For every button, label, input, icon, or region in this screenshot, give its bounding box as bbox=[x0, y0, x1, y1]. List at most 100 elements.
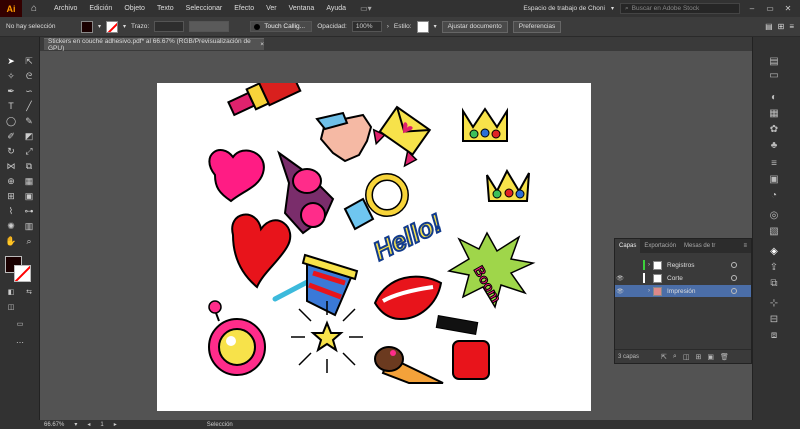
color-icon[interactable]: ◐ bbox=[767, 91, 781, 104]
document-setup-button[interactable]: Ajustar documento bbox=[441, 20, 508, 33]
layer-row-impresion[interactable]: 👁 › Impresión bbox=[615, 285, 751, 297]
new-layer-icon[interactable]: ▣ bbox=[707, 353, 714, 361]
magic-wand-icon[interactable]: ✧ bbox=[4, 70, 18, 82]
blend-icon[interactable]: ⊶ bbox=[22, 205, 36, 217]
chevron-down-icon[interactable]: ▾ bbox=[98, 23, 101, 30]
properties-icon[interactable]: ▤ bbox=[767, 55, 781, 68]
menu-ayuda[interactable]: Ayuda bbox=[320, 5, 352, 12]
stroke-color-box[interactable] bbox=[14, 265, 31, 282]
transform-panel-icon[interactable]: ⊹ bbox=[767, 297, 781, 310]
menu-seleccionar[interactable]: Seleccionar bbox=[180, 5, 229, 12]
maximize-button[interactable]: ▭ bbox=[764, 4, 776, 13]
locate-object-icon[interactable]: ⌕ bbox=[673, 353, 677, 361]
eraser-icon[interactable]: ◩ bbox=[22, 130, 36, 142]
expand-icon[interactable]: › bbox=[645, 288, 653, 294]
export-icon[interactable]: ⇪ bbox=[767, 261, 781, 274]
perspective-grid-icon[interactable]: ▦ bbox=[22, 175, 36, 187]
scale-icon[interactable]: ⤢ bbox=[22, 145, 36, 157]
close-tab-icon[interactable]: × bbox=[260, 41, 264, 48]
expand-icon[interactable]: › bbox=[645, 262, 653, 268]
shape-builder-icon[interactable]: ⊕ bbox=[4, 175, 18, 187]
more-tools-icon[interactable]: ⋯ bbox=[13, 337, 27, 349]
layer-row-registros[interactable]: › Registros bbox=[615, 259, 751, 271]
prev-artboard-icon[interactable]: ◂ bbox=[87, 421, 90, 428]
shaper-icon[interactable]: ✐ bbox=[4, 130, 18, 142]
tab-capas[interactable]: Capas bbox=[615, 239, 641, 253]
align-panel-icon[interactable]: ⊟ bbox=[767, 313, 781, 326]
lasso-icon[interactable]: ᘓ bbox=[22, 70, 36, 82]
document-tab[interactable]: Stickers en couché adhesivo.pdf* al 66.6… bbox=[44, 38, 264, 52]
stroke-swatch[interactable] bbox=[106, 20, 119, 33]
layer-row-corte[interactable]: 👁 Corte bbox=[615, 272, 751, 284]
ellipse-tool-icon[interactable]: ◯ bbox=[4, 115, 18, 127]
gradient-icon[interactable]: ▣ bbox=[22, 190, 36, 202]
opacity-label[interactable]: Opacidad: bbox=[317, 23, 347, 30]
brushes-icon[interactable]: ✿ bbox=[767, 123, 781, 136]
brush-dropdown[interactable]: Touch Callig... bbox=[250, 21, 313, 32]
stroke-panel-icon[interactable]: ≡ bbox=[767, 157, 781, 170]
graphic-styles-icon[interactable]: ▧ bbox=[767, 225, 781, 238]
workspace-switcher-icon[interactable]: ▭▾ bbox=[360, 4, 372, 13]
artboards-icon[interactable]: ⧉ bbox=[767, 277, 781, 290]
appearance-icon[interactable]: ◎ bbox=[767, 209, 781, 222]
gradient-panel-icon[interactable]: ▣ bbox=[767, 173, 781, 186]
transparency-icon[interactable]: ◔ bbox=[767, 189, 781, 202]
draw-mode-icon[interactable]: ◫ bbox=[4, 302, 18, 314]
swatches-icon[interactable]: ▦ bbox=[767, 107, 781, 120]
type-tool-icon[interactable]: T bbox=[4, 100, 18, 112]
next-artboard-icon[interactable]: ▸ bbox=[114, 421, 117, 428]
eye-icon[interactable]: 👁 bbox=[615, 288, 625, 295]
style-swatch[interactable] bbox=[416, 20, 429, 33]
home-icon[interactable]: ⌂ bbox=[26, 3, 42, 14]
tab-exportacion[interactable]: Exportación bbox=[640, 239, 680, 253]
minimize-button[interactable]: – bbox=[746, 4, 758, 13]
eye-icon[interactable]: 👁 bbox=[615, 275, 625, 282]
menu-ver[interactable]: Ver bbox=[260, 5, 283, 12]
variable-width-dropdown[interactable] bbox=[189, 21, 230, 32]
layers-icon[interactable]: ◈ bbox=[767, 245, 781, 258]
rotate-icon[interactable]: ↻ bbox=[4, 145, 18, 157]
panel-menu-icon[interactable]: ≡ bbox=[743, 243, 747, 249]
hand-tool-icon[interactable]: ✋ bbox=[4, 235, 18, 247]
menu-efecto[interactable]: Efecto bbox=[228, 5, 260, 12]
collect-export-icon[interactable]: ⇱ bbox=[661, 353, 667, 361]
target-icon[interactable] bbox=[731, 288, 737, 294]
stock-search-input[interactable]: ⌕ Buscar en Adobe Stock bbox=[620, 3, 740, 14]
symbols-icon[interactable]: ♣ bbox=[767, 139, 781, 152]
transform-icon[interactable]: ⊞ bbox=[778, 22, 785, 31]
chevron-down-icon[interactable]: ▾ bbox=[434, 23, 437, 30]
fill-swatch[interactable] bbox=[81, 20, 93, 33]
libraries-icon[interactable]: ▭ bbox=[767, 69, 781, 82]
default-colors-icon[interactable]: ◧ bbox=[4, 287, 18, 299]
width-tool-icon[interactable]: ⋈ bbox=[4, 160, 18, 172]
menu-ventana[interactable]: Ventana bbox=[283, 5, 321, 12]
eyedropper-icon[interactable]: ⌇ bbox=[4, 205, 18, 217]
preferences-button[interactable]: Preferencias bbox=[512, 20, 562, 33]
align-icon[interactable]: ▤ bbox=[765, 22, 773, 31]
close-window-button[interactable]: ✕ bbox=[782, 4, 794, 13]
graph-icon[interactable]: ▥ bbox=[22, 220, 36, 232]
tab-mesas[interactable]: Mesas de tr bbox=[680, 239, 719, 253]
paintbrush-icon[interactable]: ✎ bbox=[22, 115, 36, 127]
chevron-down-icon[interactable]: ▾ bbox=[74, 421, 77, 428]
menu-archivo[interactable]: Archivo bbox=[48, 5, 83, 12]
menu-objeto[interactable]: Objeto bbox=[118, 5, 151, 12]
workspace-label[interactable]: Espacio de trabajo de Choni bbox=[523, 5, 605, 12]
pen-tool-icon[interactable]: ✒ bbox=[4, 85, 18, 97]
chevron-down-icon[interactable]: ▾ bbox=[123, 23, 126, 30]
menu-edicion[interactable]: Edición bbox=[83, 5, 118, 12]
mesh-icon[interactable]: ⊞ bbox=[4, 190, 18, 202]
menu-texto[interactable]: Texto bbox=[151, 5, 180, 12]
artboard[interactable]: Hello! Boom bbox=[157, 65, 591, 411]
new-sublayer-icon[interactable]: ⊞ bbox=[695, 353, 701, 361]
chevron-down-icon[interactable]: ▾ bbox=[611, 5, 614, 12]
symbol-sprayer-icon[interactable]: ✺ bbox=[4, 220, 18, 232]
curvature-icon[interactable]: ∽ bbox=[22, 85, 36, 97]
target-icon[interactable] bbox=[731, 262, 737, 268]
zoom-level[interactable]: 66.67% bbox=[44, 422, 64, 428]
stroke-weight-dropdown[interactable] bbox=[154, 21, 185, 32]
opacity-input[interactable]: 100% bbox=[351, 21, 382, 32]
artboard-number[interactable]: 1 bbox=[100, 422, 103, 428]
delete-layer-icon[interactable]: 🗑 bbox=[720, 353, 729, 361]
free-transform-icon[interactable]: ⧉ bbox=[22, 160, 36, 172]
